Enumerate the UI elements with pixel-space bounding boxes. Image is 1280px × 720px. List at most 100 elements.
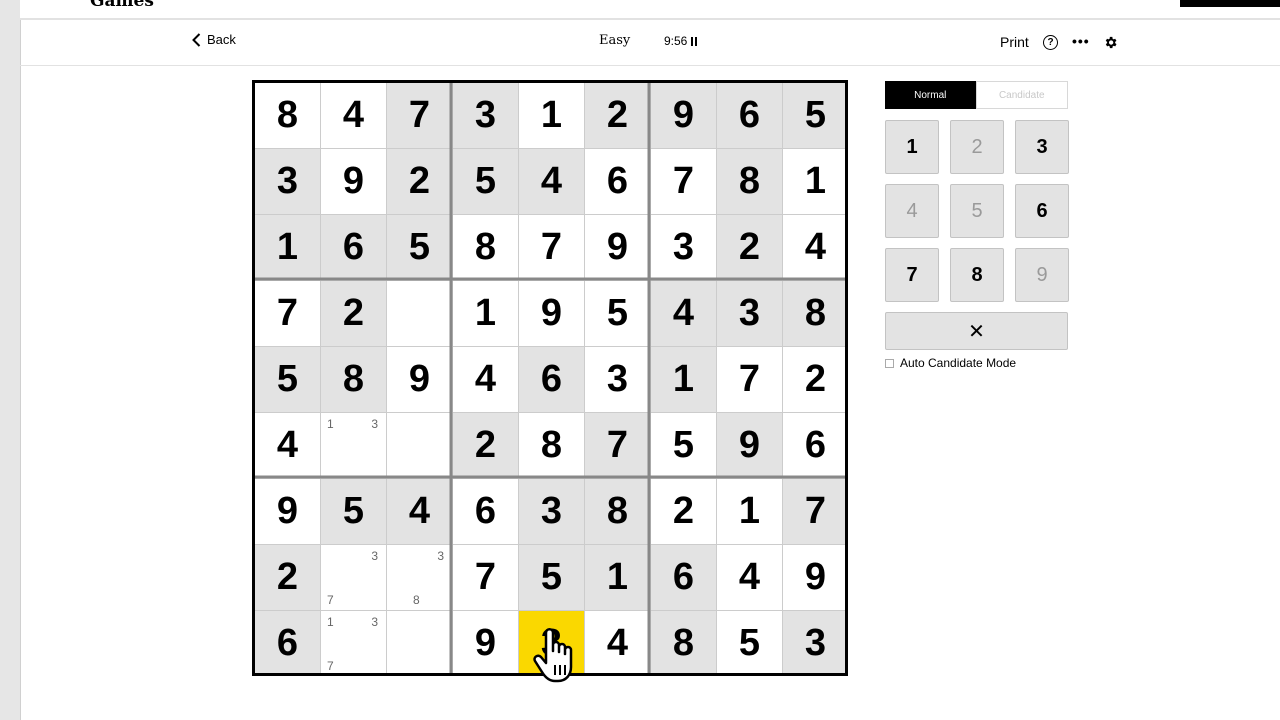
sudoku-cell[interactable]: 6 (651, 545, 716, 610)
sudoku-cell[interactable]: 9 (255, 479, 320, 544)
sudoku-cell[interactable]: 2 (585, 83, 650, 148)
sudoku-cell[interactable]: 9 (717, 413, 782, 478)
sudoku-cell[interactable]: 1 (519, 83, 584, 148)
sudoku-cell[interactable]: 4 (783, 215, 848, 280)
sudoku-cell[interactable]: 5 (387, 215, 452, 280)
sudoku-cell[interactable]: 6 (255, 611, 320, 676)
gear-icon[interactable] (1103, 35, 1118, 50)
sudoku-cell[interactable]: 2 (717, 215, 782, 280)
pause-icon[interactable] (691, 36, 698, 46)
sudoku-cell[interactable]: 7 (783, 479, 848, 544)
sudoku-cell[interactable]: 6 (585, 149, 650, 214)
number-key[interactable]: 3 (1015, 120, 1069, 174)
sudoku-cell[interactable]: 5 (519, 545, 584, 610)
sudoku-cell[interactable] (387, 611, 452, 676)
sudoku-cell[interactable]: 9 (321, 149, 386, 214)
sudoku-cell[interactable]: 5 (255, 347, 320, 412)
sudoku-cell[interactable]: 3 (519, 611, 584, 676)
number-key[interactable]: 8 (950, 248, 1004, 302)
sudoku-cell[interactable]: 2 (321, 281, 386, 346)
sudoku-cell[interactable]: 1 (783, 149, 848, 214)
sudoku-cell[interactable]: 7 (585, 413, 650, 478)
number-key[interactable]: 4 (885, 184, 939, 238)
sudoku-cell[interactable]: 8 (717, 149, 782, 214)
sudoku-cell[interactable]: 38 (387, 545, 452, 610)
auto-candidate-toggle[interactable]: Auto Candidate Mode (885, 356, 1016, 370)
sudoku-cell[interactable]: 9 (519, 281, 584, 346)
sudoku-cell[interactable]: 5 (321, 479, 386, 544)
sudoku-cell[interactable]: 8 (585, 479, 650, 544)
sudoku-cell[interactable]: 3 (453, 83, 518, 148)
sudoku-cell[interactable]: 6 (783, 413, 848, 478)
sudoku-cell[interactable]: 3 (585, 347, 650, 412)
sudoku-cell[interactable]: 8 (519, 413, 584, 478)
games-logo[interactable]: Games (90, 0, 154, 11)
sudoku-cell[interactable]: 1 (585, 545, 650, 610)
sudoku-cell[interactable]: 3 (255, 149, 320, 214)
back-button[interactable]: Back (192, 32, 236, 47)
sudoku-cell[interactable]: 8 (453, 215, 518, 280)
sudoku-cell[interactable]: 1 (453, 281, 518, 346)
sudoku-cell[interactable]: 5 (453, 149, 518, 214)
auto-candidate-checkbox[interactable] (885, 358, 894, 368)
sudoku-cell[interactable]: 4 (717, 545, 782, 610)
sudoku-cell[interactable]: 9 (453, 611, 518, 676)
sudoku-cell[interactable]: 7 (717, 347, 782, 412)
sudoku-cell[interactable]: 7 (519, 215, 584, 280)
sudoku-cell[interactable]: 6 (519, 347, 584, 412)
sudoku-cell[interactable]: 7 (387, 83, 452, 148)
number-key[interactable]: 9 (1015, 248, 1069, 302)
sudoku-cell[interactable]: 5 (783, 83, 848, 148)
sudoku-cell[interactable]: 9 (585, 215, 650, 280)
sudoku-cell[interactable]: 2 (387, 149, 452, 214)
sudoku-cell[interactable]: 2 (255, 545, 320, 610)
sudoku-cell[interactable]: 6 (717, 83, 782, 148)
sudoku-cell[interactable]: 6 (321, 215, 386, 280)
erase-button[interactable]: ✕ (885, 312, 1068, 350)
sudoku-cell[interactable] (387, 281, 452, 346)
sudoku-cell[interactable]: 3 (519, 479, 584, 544)
number-key[interactable]: 5 (950, 184, 1004, 238)
sudoku-cell[interactable]: 1 (651, 347, 716, 412)
sudoku-cell[interactable]: 4 (321, 83, 386, 148)
sudoku-cell[interactable]: 3 (783, 611, 848, 676)
sudoku-cell[interactable]: 8 (651, 611, 716, 676)
sudoku-cell[interactable]: 7 (453, 545, 518, 610)
mode-normal-button[interactable]: Normal (885, 81, 976, 109)
sudoku-cell[interactable]: 8 (321, 347, 386, 412)
sudoku-cell[interactable]: 4 (255, 413, 320, 478)
sudoku-cell[interactable]: 37 (321, 545, 386, 610)
sudoku-cell[interactable]: 5 (717, 611, 782, 676)
sudoku-cell[interactable]: 9 (783, 545, 848, 610)
sudoku-cell[interactable]: 4 (519, 149, 584, 214)
sudoku-cell[interactable]: 9 (651, 83, 716, 148)
mode-candidate-button[interactable]: Candidate (975, 81, 1068, 109)
number-key[interactable]: 1 (885, 120, 939, 174)
sudoku-cell[interactable]: 3 (717, 281, 782, 346)
sudoku-cell[interactable]: 7 (255, 281, 320, 346)
sudoku-cell[interactable]: 4 (651, 281, 716, 346)
print-button[interactable]: Print (1000, 34, 1029, 50)
number-key[interactable]: 6 (1015, 184, 1069, 238)
more-options-icon[interactable]: ••• (1072, 33, 1090, 49)
sudoku-cell[interactable]: 7 (651, 149, 716, 214)
sudoku-cell[interactable]: 4 (387, 479, 452, 544)
sudoku-cell[interactable]: 9 (387, 347, 452, 412)
sudoku-cell[interactable]: 1 3 7 (321, 611, 386, 676)
help-icon[interactable]: ? (1043, 35, 1058, 50)
sudoku-cell[interactable]: 4 (585, 611, 650, 676)
number-key[interactable]: 2 (950, 120, 1004, 174)
sudoku-cell[interactable]: 3 (651, 215, 716, 280)
sudoku-cell[interactable]: 5 (585, 281, 650, 346)
sudoku-cell[interactable] (387, 413, 452, 478)
sudoku-cell[interactable]: 1 (717, 479, 782, 544)
sudoku-cell[interactable]: 6 (453, 479, 518, 544)
sudoku-cell[interactable]: 2 (783, 347, 848, 412)
sudoku-cell[interactable]: 2 (453, 413, 518, 478)
sudoku-cell[interactable]: 8 (783, 281, 848, 346)
number-key[interactable]: 7 (885, 248, 939, 302)
sudoku-cell[interactable]: 2 (651, 479, 716, 544)
top-account-button[interactable] (1180, 0, 1280, 7)
sudoku-cell[interactable]: 4 (453, 347, 518, 412)
sudoku-cell[interactable]: 1 (255, 215, 320, 280)
